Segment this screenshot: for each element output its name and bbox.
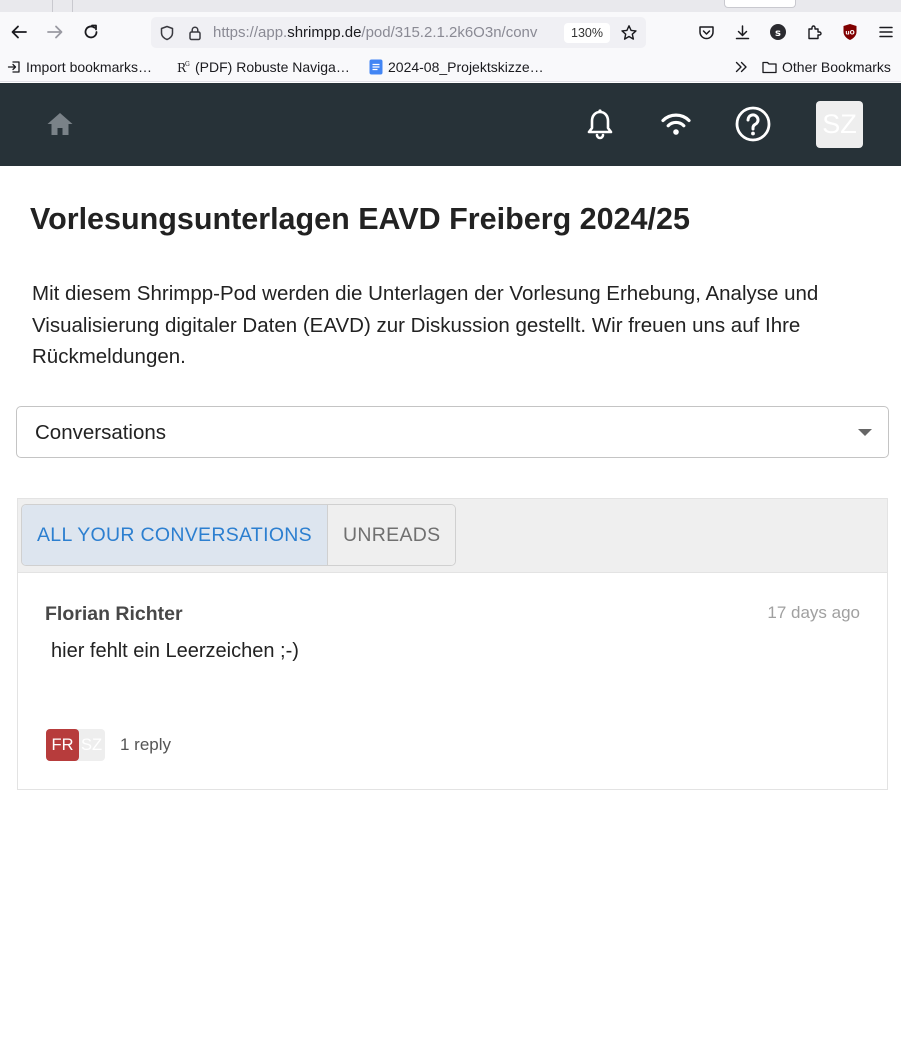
bookmark-label: 2024-08_Projektskizze… <box>388 59 544 75</box>
chevron-double-right-icon <box>735 61 747 73</box>
caret-down-icon <box>858 429 872 436</box>
conversation-author: Florian Richter <box>45 603 183 625</box>
svg-text:G: G <box>185 61 190 68</box>
bookmark-label: Import bookmarks… <box>26 59 153 75</box>
pocket-icon <box>698 25 714 39</box>
tab-divider <box>72 0 73 12</box>
url-path: /pod/315.2.1.2k6O3n/conv <box>361 24 538 41</box>
ublock-icon: uO <box>843 24 857 40</box>
account-icon: s <box>770 24 786 40</box>
pod-description: Mit diesem Shrimpp-Pod werden die Unterl… <box>32 282 819 368</box>
other-bookmarks-label: Other Bookmarks <box>782 59 891 75</box>
ublock-button[interactable]: uO <box>838 20 862 44</box>
hamburger-menu-icon <box>879 26 893 38</box>
other-bookmarks-folder[interactable]: Other Bookmarks <box>762 58 891 76</box>
connection-status-button[interactable] <box>658 106 694 142</box>
app-menu-button[interactable] <box>874 20 898 44</box>
conversation-item[interactable]: Florian Richter 17 days ago hier fehlt e… <box>18 574 887 789</box>
view-select-dropdown[interactable]: Conversations <box>16 406 889 458</box>
help-button[interactable] <box>735 106 771 142</box>
home-icon <box>47 113 73 135</box>
notifications-button[interactable] <box>582 106 618 142</box>
url-host: shrimpp.de <box>287 24 362 41</box>
reply-count-link[interactable]: 1 reply <box>120 735 171 755</box>
app-header: SZ <box>0 83 901 166</box>
forward-button[interactable] <box>43 20 67 44</box>
zoom-level-badge[interactable]: 130% <box>564 23 610 43</box>
back-button[interactable] <box>7 20 31 44</box>
browser-tab-strip <box>0 0 901 12</box>
import-icon <box>7 61 20 73</box>
user-avatar-button[interactable]: SZ <box>816 101 863 148</box>
download-icon <box>735 24 749 39</box>
bookmark-import[interactable]: Import bookmarks… <box>7 58 152 76</box>
bookmark-projektskizze[interactable]: 2024-08_Projektskizze… <box>369 58 544 76</box>
participant-avatars: FR SZ <box>46 729 105 761</box>
extensions-button[interactable] <box>802 20 826 44</box>
conversation-message: hier fehlt ein Leerzeichen ;-) <box>51 640 299 662</box>
url-text[interactable]: https://app.shrimpp.de/pod/315.2.1.2k6O3… <box>213 24 561 41</box>
bookmarks-bar: Import bookmarks… RG (PDF) Robuste Navig… <box>0 52 901 82</box>
reload-button[interactable] <box>79 20 103 44</box>
researchgate-icon: RG <box>177 61 190 74</box>
avatar: FR <box>46 729 79 761</box>
google-docs-icon <box>369 59 383 75</box>
tab-all-conversations[interactable]: ALL YOUR CONVERSATIONS <box>22 505 328 565</box>
back-arrow-icon <box>11 25 27 39</box>
conversation-filter-tabs: ALL YOUR CONVERSATIONS UNREADS <box>21 504 457 566</box>
shield-icon[interactable] <box>158 24 176 42</box>
home-button[interactable] <box>44 108 76 140</box>
forward-arrow-icon <box>47 25 63 39</box>
help-question-icon <box>735 106 771 142</box>
wifi-icon <box>661 113 691 135</box>
svg-text:uO: uO <box>845 30 854 37</box>
view-select-value: Conversations <box>35 421 167 444</box>
conversation-filter-bar: ALL YOUR CONVERSATIONS UNREADS <box>18 499 887 573</box>
url-prefix: https://app. <box>213 24 288 41</box>
folder-icon <box>762 61 777 74</box>
account-button[interactable]: s <box>766 20 790 44</box>
bookmark-label: (PDF) Robuste Naviga… <box>195 59 350 75</box>
tab-divider <box>52 0 53 12</box>
puzzle-icon <box>807 24 822 39</box>
svg-text:s: s <box>775 28 781 39</box>
conversation-timestamp: 17 days ago <box>767 603 860 622</box>
page-title: Vorlesungsunterlagen EAVD Freiberg 2024/… <box>30 202 690 236</box>
tab-unreads[interactable]: UNREADS <box>327 505 456 565</box>
address-bar[interactable]: https://app.shrimpp.de/pod/315.2.1.2k6O3… <box>151 17 646 48</box>
bookmark-pdf-robuste[interactable]: RG (PDF) Robuste Naviga… <box>176 58 350 76</box>
bookmark-star-icon[interactable] <box>620 24 638 42</box>
lock-icon[interactable] <box>186 24 204 42</box>
conversations-panel: ALL YOUR CONVERSATIONS UNREADS Florian R… <box>17 498 888 790</box>
reload-icon <box>84 24 98 39</box>
pocket-button[interactable] <box>694 20 718 44</box>
bookmarks-overflow-button[interactable] <box>734 58 748 76</box>
bell-icon <box>587 109 613 140</box>
downloads-button[interactable] <box>730 20 754 44</box>
browser-tab-active[interactable] <box>724 0 796 8</box>
browser-navbar: https://app.shrimpp.de/pod/315.2.1.2k6O3… <box>0 12 901 52</box>
